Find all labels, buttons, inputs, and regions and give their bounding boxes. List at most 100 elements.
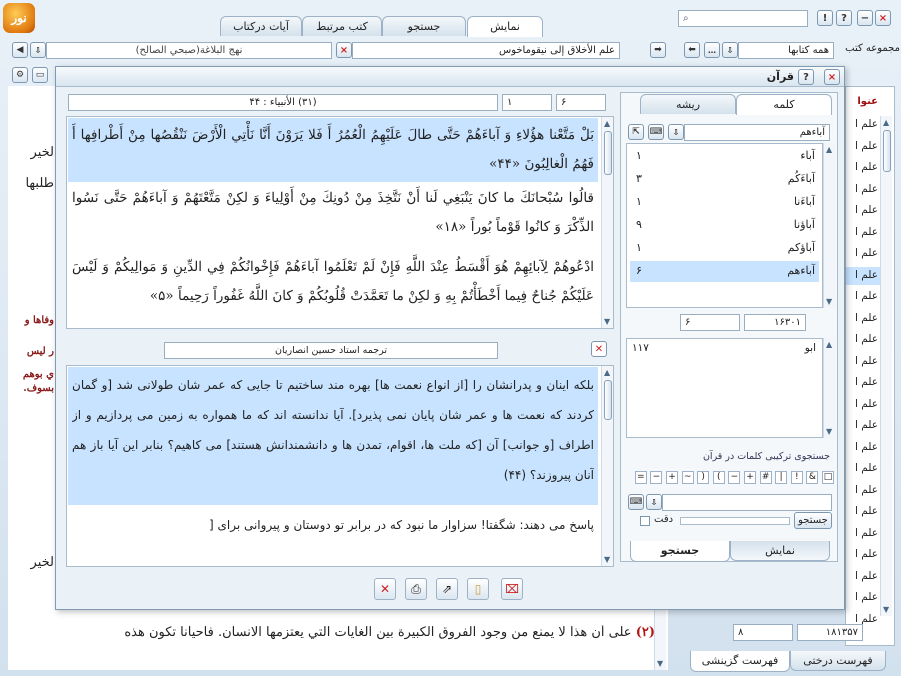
combo-dropdown-icon[interactable]: ⇩ xyxy=(646,494,662,510)
close-book-icon[interactable]: × xyxy=(336,42,352,58)
combo-keyboard-icon[interactable]: ⌨ xyxy=(628,494,644,510)
back-arrow-icon[interactable]: ⬅ xyxy=(684,42,700,58)
sidebar-item[interactable]: علم ا xyxy=(846,439,880,457)
pointer-icon[interactable]: ⇱ xyxy=(628,124,644,140)
sidebar-item[interactable]: علم ا xyxy=(846,224,880,242)
operator-button[interactable]: + xyxy=(744,471,756,484)
sidebar-item[interactable]: علم ا xyxy=(846,202,880,220)
sidebar-item[interactable]: علم ا xyxy=(846,417,880,435)
sidebar-item[interactable]: علم ا xyxy=(846,331,880,349)
sidebar-item[interactable]: علم ا xyxy=(846,589,880,607)
operator-button[interactable]: | xyxy=(775,471,788,484)
sidebar-item[interactable]: علم ا xyxy=(846,353,880,371)
tab-root[interactable]: ریشه xyxy=(640,94,736,114)
app-logo[interactable]: نور xyxy=(3,3,35,33)
word-item[interactable]: آباء ۱ xyxy=(630,146,819,167)
sidebar-item[interactable]: علم ا xyxy=(846,482,880,500)
keyboard-icon[interactable]: ⌨ xyxy=(648,124,664,140)
quran-close-button[interactable]: × xyxy=(824,69,840,85)
help-button[interactable]: ? xyxy=(836,10,852,26)
sidebar-item[interactable]: علم ا xyxy=(846,266,880,285)
tab-word[interactable]: کلمه xyxy=(736,94,832,115)
quran-help-button[interactable]: ? xyxy=(798,69,814,85)
operator-button[interactable]: ~ xyxy=(681,471,694,484)
nav-left-icon[interactable]: ◀ xyxy=(12,42,28,58)
tab-show[interactable]: نمایش xyxy=(730,541,830,561)
word-item[interactable]: آباءَنا ۱ xyxy=(630,192,819,213)
translation-text-2[interactable]: پاسخ مى دهند: شگفتا! سزاوار ما نبود كه د… xyxy=(72,512,594,538)
operator-button[interactable]: & xyxy=(806,471,819,484)
sidebar-item[interactable]: علم ا xyxy=(846,460,880,478)
verse-ref-field[interactable]: (۳۱) الأنبياء : ۴۴ xyxy=(68,94,498,111)
clear-icon[interactable]: ⌧ xyxy=(501,578,523,600)
minimize-button[interactable]: − xyxy=(857,10,873,26)
group-select[interactable]: همه کتابها xyxy=(738,42,834,59)
operator-button[interactable]: ! xyxy=(790,471,803,484)
result-scrollbar[interactable]: ▲ ▼ xyxy=(823,338,835,438)
word-item[interactable]: آباؤنا ۹ xyxy=(630,215,819,236)
operator-button[interactable]: + xyxy=(666,471,678,484)
layout-icon[interactable]: ▭ xyxy=(32,67,48,83)
word-search-input[interactable]: آباءهم xyxy=(684,124,830,141)
sidebar-item[interactable]: علم ا xyxy=(846,546,880,564)
sidebar-item[interactable]: علم ا xyxy=(846,288,880,306)
info-button[interactable]: ! xyxy=(817,10,833,26)
close-translation-icon[interactable]: ✕ xyxy=(591,341,607,357)
dropdown-icon[interactable]: ⇩ xyxy=(722,42,738,58)
result-row[interactable]: ابو ۱۱۷ xyxy=(628,341,820,357)
sidebar-item[interactable]: علم ا xyxy=(846,310,880,328)
note-icon[interactable]: ▯ xyxy=(467,578,489,600)
sidebar-item[interactable]: علم ا xyxy=(846,138,880,156)
operator-button[interactable]: # xyxy=(759,471,772,484)
forward-arrow-icon[interactable]: ➡ xyxy=(650,42,666,58)
tab-search[interactable]: جستجو xyxy=(630,541,730,562)
more-icon[interactable]: … xyxy=(704,42,720,58)
sidebar-item[interactable]: علم ا xyxy=(846,503,880,521)
sidebar-scrollbar[interactable]: ▲ ▼ xyxy=(880,116,892,616)
other-book-field[interactable]: نهج البلاغة(صبحي الصالح) xyxy=(46,42,332,59)
print-icon[interactable]: ⎙ xyxy=(405,578,427,600)
verses-scrollbar[interactable]: ▲ ▼ xyxy=(601,117,613,328)
operator-button[interactable]: □ xyxy=(822,471,834,484)
combo-search-button[interactable]: جستجو xyxy=(794,512,832,529)
translation-scrollbar[interactable]: ▲ ▼ xyxy=(601,366,613,566)
book-title-field[interactable]: علم الأخلاق إلی نیقوماخوس xyxy=(352,42,620,59)
field-a[interactable]: ۶ xyxy=(556,94,606,111)
sidebar-item[interactable]: علم ا xyxy=(846,116,880,134)
settings-icon[interactable]: ⚙ xyxy=(12,67,28,83)
translation-text-1[interactable]: بلكه اينان و پدرانشان را [از انواع نعمت … xyxy=(72,370,594,490)
tab-1[interactable]: جستجو xyxy=(382,16,466,36)
operator-button[interactable]: ( xyxy=(712,471,725,484)
sidebar-item[interactable]: علم ا xyxy=(846,245,880,263)
verse-1[interactable]: بَلْ مَتَّعْنا هؤُلاءِ وَ آباءَهُمْ حَتَ… xyxy=(72,121,594,179)
operator-button[interactable]: ) xyxy=(697,471,710,484)
export-icon[interactable]: ⇗ xyxy=(436,578,458,600)
word-item[interactable]: آباءهم ۶ xyxy=(630,261,819,282)
field-b[interactable]: ۱ xyxy=(502,94,552,111)
operator-button[interactable]: = xyxy=(634,471,647,484)
nav-down-icon[interactable]: ⇩ xyxy=(30,42,46,58)
delete-button[interactable]: ✕ xyxy=(374,578,396,600)
verse-2[interactable]: قالُوا سُبْحانَكَ ما كانَ يَنْبَغِي لَنا… xyxy=(72,184,594,242)
word-list-scrollbar[interactable]: ▲ ▼ xyxy=(823,143,835,308)
sidebar-item[interactable]: علم ا xyxy=(846,159,880,177)
word-item[interactable]: آباؤكم ۱ xyxy=(630,238,819,259)
combo-search-input[interactable] xyxy=(662,494,832,511)
document-scrollbar[interactable]: ▼ xyxy=(654,600,666,670)
tab-2[interactable]: کتب مرتبط xyxy=(302,16,382,36)
tab-tree-index[interactable]: فهرست درختی xyxy=(790,651,886,671)
operator-button[interactable]: − xyxy=(650,471,663,484)
tab-3[interactable]: آیات درکتاب xyxy=(220,16,302,36)
word-dropdown-icon[interactable]: ⇩ xyxy=(668,124,684,140)
word-item[interactable]: آباءَكُم ۳ xyxy=(630,169,819,190)
tab-select-index[interactable]: فهرست گزینشی xyxy=(690,651,790,672)
close-button[interactable]: × xyxy=(875,10,891,26)
sidebar-item[interactable]: علم ا xyxy=(846,181,880,199)
verse-3[interactable]: ادْعُوهُمْ لِآبائِهِمْ هُوَ أَقْسَطُ عِن… xyxy=(72,253,594,311)
operator-button[interactable]: − xyxy=(728,471,741,484)
sidebar-item[interactable]: علم ا xyxy=(846,396,880,414)
sidebar-item[interactable]: علم ا xyxy=(846,525,880,543)
sidebar-item[interactable]: علم ا xyxy=(846,568,880,586)
global-search-input[interactable]: ⌕ xyxy=(678,10,808,27)
sidebar-item[interactable]: علم ا xyxy=(846,374,880,392)
